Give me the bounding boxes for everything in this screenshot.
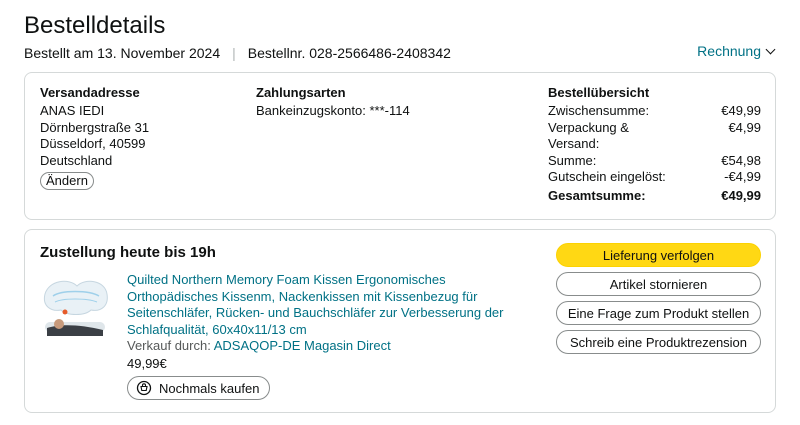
shipping-address: Versandadresse ANAS IEDI Dörnbergstraße … [40, 85, 149, 190]
product-image[interactable] [39, 272, 111, 344]
shipping-city: Düsseldorf, 40599 [40, 136, 146, 151]
overview-row: Verpackung & Versand: €4,99 [548, 120, 761, 153]
buy-again-button[interactable]: Nochmals kaufen [127, 376, 271, 400]
overview-row-value: €4,99 [728, 119, 761, 135]
overview-row-label: Verpackung & Versand: [548, 119, 629, 152]
chevron-down-icon [765, 44, 776, 54]
payment-methods: Zahlungsarten Bankeinzugskonto: ***-114 [256, 85, 410, 120]
cancel-item-button[interactable]: Artikel stornieren [556, 272, 761, 296]
change-address-button[interactable]: Ändern [40, 172, 94, 190]
order-meta: Bestellt am 13. November 2024 | Bestelln… [24, 45, 451, 61]
order-summary-card: Versandadresse ANAS IEDI Dörnbergstraße … [24, 72, 776, 220]
rebuy-icon [136, 380, 152, 396]
delivery-card: Zustellung heute bis 19h Quilted Norther… [24, 229, 776, 413]
meta-separator: | [232, 45, 236, 61]
shipping-name: ANAS IEDI [40, 103, 105, 118]
invoice-dropdown[interactable]: Rechnung [697, 43, 776, 59]
overview-row-label: Summe: [548, 152, 597, 168]
seller-prefix: Verkauf durch: [127, 338, 211, 353]
payment-title: Zahlungsarten [256, 85, 346, 100]
write-review-button[interactable]: Schreib eine Produktrezension [556, 330, 761, 354]
overview-title: Bestellübersicht [548, 85, 650, 100]
overview-total-label: Gesamtsumme: [548, 187, 646, 203]
order-actions: Lieferung verfolgen Artikel stornieren E… [556, 243, 761, 354]
overview-row: Zwischensumme: €49,99 [548, 103, 761, 120]
order-number: Bestellnr. 028-2566486-2408342 [247, 45, 451, 61]
product-info: Quilted Northern Memory Foam Kissen Ergo… [127, 272, 517, 401]
shipping-country: Deutschland [40, 152, 113, 168]
page-title: Bestelldetails [24, 12, 166, 39]
seller-link[interactable]: ADSAQOP-DE Magasin Direct [214, 338, 391, 353]
track-delivery-button[interactable]: Lieferung verfolgen [556, 243, 761, 267]
delivery-status-title: Zustellung heute bis 19h [40, 244, 216, 261]
overview-total-value: €49,99 [721, 187, 761, 203]
payment-method: Bankeinzugskonto: ***-114 [256, 103, 410, 118]
product-title-link[interactable]: Quilted Northern Memory Foam Kissen Ergo… [127, 272, 517, 338]
ask-question-button[interactable]: Eine Frage zum Produkt stellen [556, 301, 761, 325]
shipping-title: Versandadresse [40, 85, 140, 100]
overview-row-value: -€4,99 [724, 169, 761, 184]
shipping-street: Dörnbergstraße 31 [40, 119, 150, 135]
overview-total-row: Gesamtsumme: €49,99 [548, 188, 761, 205]
seller-line: Verkauf durch: ADSAQOP-DE Magasin Direct [127, 338, 517, 355]
overview-row-label: Zwischensumme: [548, 103, 650, 118]
product-price: 49,99€ [127, 355, 167, 371]
order-overview: Bestellübersicht Zwischensumme: €49,99 V… [548, 85, 761, 204]
overview-row-value: €49,99 [721, 103, 761, 118]
overview-row-value: €54,98 [721, 152, 761, 168]
invoice-label: Rechnung [697, 43, 761, 59]
order-date: Bestellt am 13. November 2024 [24, 45, 221, 61]
overview-row-label: Gutschein eingelöst: [548, 169, 666, 184]
overview-row: Gutschein eingelöst: -€4,99 [548, 169, 761, 186]
buy-again-label: Nochmals kaufen [159, 380, 260, 396]
overview-row: Summe: €54,98 [548, 153, 761, 170]
